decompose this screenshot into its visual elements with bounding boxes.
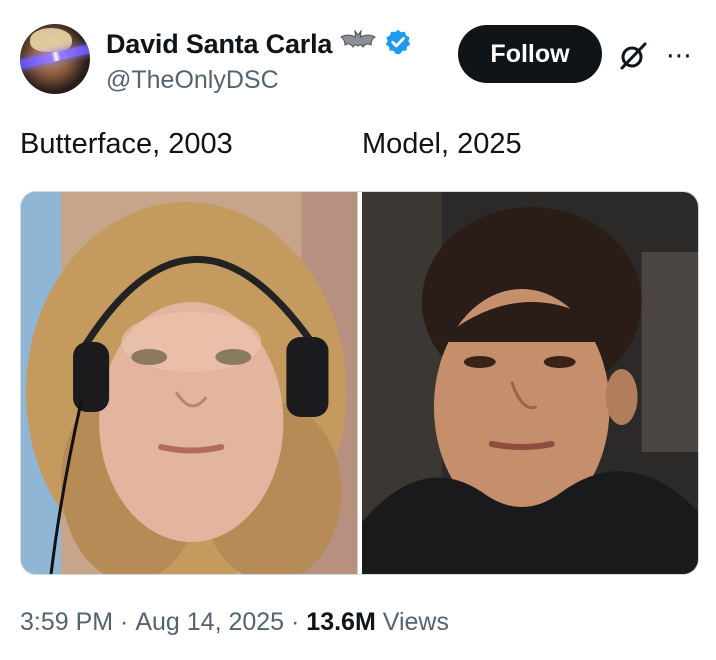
follow-button[interactable]: Follow bbox=[458, 25, 602, 83]
views-count[interactable]: 13.6M bbox=[306, 608, 375, 637]
meta-separator: · bbox=[113, 608, 136, 636]
post-meta: 3:59 PM · Aug 14, 2025 · 13.6M Views bbox=[20, 608, 449, 637]
author-display-name[interactable]: David Santa Carla bbox=[106, 29, 332, 60]
avatar-hair bbox=[30, 28, 72, 52]
more-icon[interactable]: ⋯ bbox=[666, 42, 693, 68]
bat-emoji-icon bbox=[340, 29, 377, 60]
author-handle[interactable]: @TheOnlyDSC bbox=[106, 66, 279, 95]
photo-left[interactable] bbox=[21, 192, 358, 574]
author-name-row: David Santa Carla bbox=[106, 28, 412, 61]
post-media[interactable] bbox=[20, 191, 699, 575]
post-time[interactable]: 3:59 PM bbox=[20, 608, 113, 637]
post-date[interactable]: Aug 14, 2025 bbox=[135, 608, 284, 637]
views-label: Views bbox=[375, 608, 449, 636]
post-caption-right: Model, 2025 bbox=[362, 128, 522, 160]
verified-badge-icon bbox=[384, 28, 412, 61]
post-caption-left: Butterface, 2003 bbox=[20, 128, 233, 160]
photo-right[interactable] bbox=[361, 192, 698, 574]
grok-icon[interactable] bbox=[618, 41, 648, 71]
avatar[interactable] bbox=[20, 24, 90, 94]
meta-separator: · bbox=[284, 608, 307, 636]
